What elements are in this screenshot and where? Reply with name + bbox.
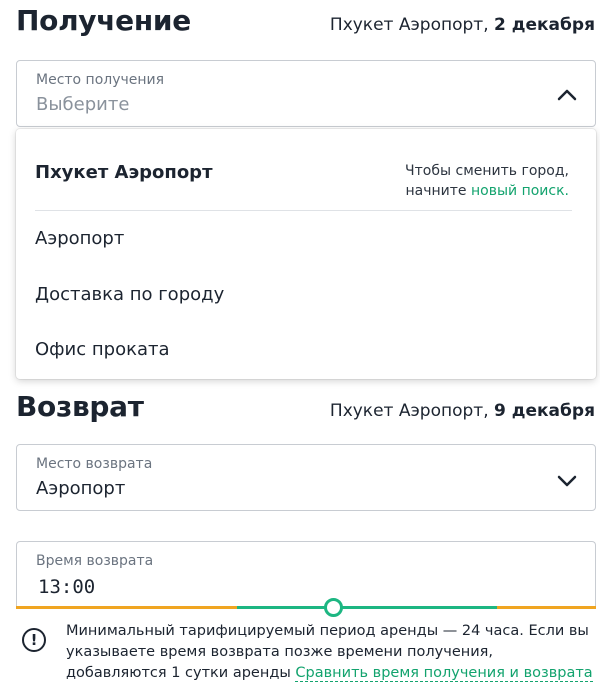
return-date: 9 декабря (494, 401, 595, 421)
option-rental-office[interactable]: Офис проката (35, 339, 170, 360)
rental-period-notice: Минимальный тарифицируемый период аренды… (66, 623, 593, 682)
return-location-select[interactable]: Место возврата Аэропорт (16, 444, 596, 511)
pickup-location-select[interactable]: Место получения Выберите (16, 60, 596, 127)
pickup-summary: Пхукет Аэропорт, 2 декабря (329, 15, 595, 35)
time-slider-handle[interactable] (324, 598, 343, 617)
return-title: Возврат (16, 390, 144, 423)
dropdown-city: Пхукет Аэропорт (35, 162, 213, 183)
chevron-down-icon[interactable] (557, 474, 577, 488)
pickup-location-placeholder: Выберите (36, 94, 130, 115)
return-time-value: 13:00 (38, 576, 96, 598)
pickup-date: 2 декабря (494, 15, 595, 35)
pickup-location-label: Место получения (36, 72, 165, 88)
pickup-header: Получение Пхукет Аэропорт, 2 декабря (16, 4, 595, 37)
option-airport[interactable]: Аэропорт (35, 228, 124, 249)
return-location-value: Аэропорт (36, 478, 126, 499)
change-city-hint: Чтобы сменить город, начните новый поиск… (405, 163, 569, 199)
compare-times-link[interactable]: Сравнить время получения и возврата (295, 665, 593, 682)
pickup-title: Получение (16, 4, 191, 37)
new-search-link[interactable]: новый поиск. (471, 183, 569, 199)
return-summary: Пхукет Аэропорт, 9 декабря (329, 401, 595, 421)
option-city-delivery[interactable]: Доставка по городу (35, 284, 224, 305)
dropdown-divider (35, 210, 572, 211)
return-location-label: Место возврата (36, 456, 153, 472)
chevron-up-icon[interactable] (557, 88, 577, 102)
return-header: Возврат Пхукет Аэропорт, 9 декабря (16, 390, 595, 423)
pickup-location-dropdown: Пхукет Аэропорт Чтобы сменить город, нач… (16, 129, 596, 379)
return-time-label: Время возврата (36, 553, 154, 569)
exclamation-circle-icon: ! (22, 628, 46, 652)
return-time-field[interactable]: Время возврата 13:00 (16, 541, 596, 608)
time-slider-range (237, 606, 497, 609)
